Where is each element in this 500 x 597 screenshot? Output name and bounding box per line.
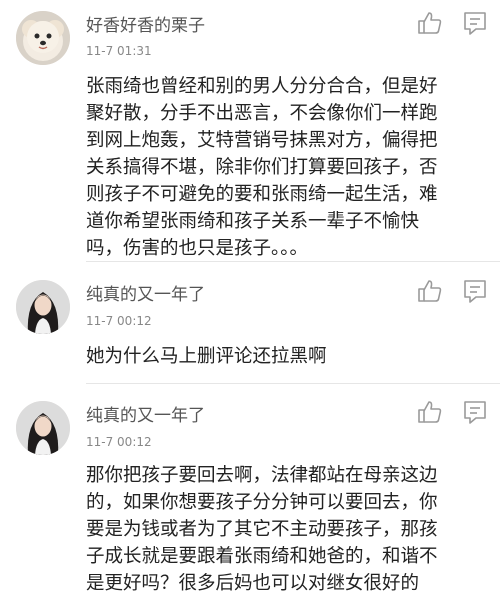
comment-icon[interactable] (462, 278, 488, 304)
comment-timestamp: 11-7 00:12 (86, 314, 152, 328)
username[interactable]: 纯真的又一年了 (86, 280, 205, 305)
comment-timestamp: 11-7 01:31 (86, 44, 152, 58)
comment-timestamp: 11-7 00:12 (86, 435, 152, 449)
comment-item: 纯真的又一年了 11-7 00:12 她为什么马上删评论还拉黑啊 (0, 262, 500, 384)
comment-text: 她为什么马上删评论还拉黑啊 (86, 346, 327, 367)
username[interactable]: 好香好香的栗子 (86, 11, 205, 36)
comment-text: 张雨绮也曾经和别的男人分分合合，但是好 聚好散，分手不出恶言，不会像你们一样跑 … (86, 76, 438, 259)
like-icon[interactable] (417, 278, 443, 304)
comment-icon[interactable] (462, 399, 488, 425)
comment-text: 那你把孩子要回去啊，法律都站在母亲这边 的，如果你想要孩子分分钟可以要回去，你 … (86, 465, 438, 594)
avatar[interactable] (16, 401, 70, 455)
username[interactable]: 纯真的又一年了 (86, 401, 205, 426)
like-icon[interactable] (417, 399, 443, 425)
comment-icon[interactable] (462, 10, 488, 36)
avatar[interactable] (16, 280, 70, 334)
avatar[interactable] (16, 11, 70, 65)
like-icon[interactable] (417, 10, 443, 36)
comment-item: 好香好香的栗子 11-7 01:31 张雨绮也曾经和别的男人分分合合，但是好 聚… (0, 0, 500, 262)
comment-item: 纯真的又一年了 11-7 00:12 那你把孩子要回去啊，法律都站在母亲这边 的… (0, 384, 500, 597)
